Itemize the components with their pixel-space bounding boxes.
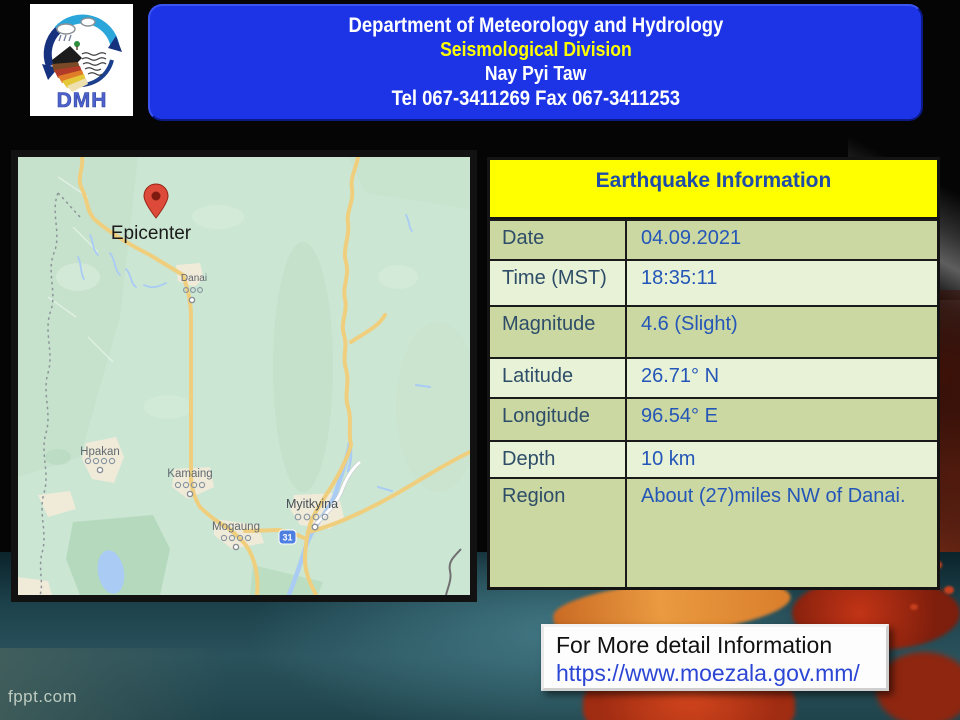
- background-red-speck: [944, 586, 954, 594]
- water-waves-icon: [82, 53, 106, 76]
- row-label: Longitude: [490, 399, 627, 440]
- row-value: 4.6 (Slight): [627, 307, 937, 357]
- banner-city-line: Nay Pyi Taw: [150, 64, 921, 84]
- rain-icon: [59, 35, 71, 41]
- row-value: About (27)miles NW of Danai.: [627, 479, 937, 587]
- epicenter-map: 31 Danai Hpakan Kamaing: [11, 150, 477, 602]
- map-label-kamaing: Kamaing: [167, 468, 212, 480]
- epicenter-label: Epicenter: [111, 223, 192, 244]
- dmh-logo-text: DMH: [56, 89, 107, 112]
- table-row-date: Date 04.09.2021: [490, 219, 937, 259]
- table-row-depth: Depth 10 km: [490, 440, 937, 477]
- row-label: Date: [490, 221, 627, 259]
- row-value: 10 km: [627, 442, 937, 477]
- banner-division-line: Seismological Division: [150, 40, 921, 60]
- more-info-link[interactable]: https://www.moezala.gov.mm/: [556, 659, 876, 687]
- more-info-box: For More detail Information https://www.…: [541, 624, 889, 691]
- more-info-text: For More detail Information: [556, 631, 876, 659]
- map-label-hpakan: Hpakan: [80, 446, 120, 458]
- row-label: Time (MST): [490, 261, 627, 305]
- row-label: Magnitude: [490, 307, 627, 357]
- table-row-magnitude: Magnitude 4.6 (Slight): [490, 305, 937, 357]
- banner-department-line: Department of Meteorology and Hydrology: [150, 15, 921, 36]
- earthquake-info-table: Earthquake Information Date 04.09.2021 T…: [487, 157, 940, 590]
- row-value: 18:35:11: [627, 261, 937, 305]
- row-value: 26.71° N: [627, 359, 937, 397]
- row-label: Depth: [490, 442, 627, 477]
- dmh-logo: DMH: [30, 4, 133, 116]
- row-label: Latitude: [490, 359, 627, 397]
- row-label: Region: [490, 479, 627, 587]
- background-teal-left: [0, 648, 280, 720]
- header-banner: Department of Meteorology and Hydrology …: [148, 4, 923, 121]
- row-value: 96.54° E: [627, 399, 937, 440]
- map-label-myitkyina: Myitkyina: [286, 497, 338, 511]
- table-row-latitude: Latitude 26.71° N: [490, 357, 937, 397]
- map-graphic: 31 Danai Hpakan Kamaing: [18, 157, 470, 595]
- fppt-watermark: fppt.com: [8, 687, 77, 707]
- map-road-badge: 31: [279, 530, 296, 544]
- dmh-logo-graphic: DMH: [36, 8, 128, 112]
- map-label-mogaung: Mogaung: [212, 521, 260, 533]
- mountain-strata-icon: [52, 46, 88, 92]
- row-value: 04.09.2021: [627, 221, 937, 259]
- background-red-speck: [910, 604, 918, 610]
- svg-text:31: 31: [282, 533, 292, 543]
- slide: DMH Department of Meteorology and Hydrol…: [0, 0, 960, 720]
- table-row-region: Region About (27)miles NW of Danai.: [490, 477, 937, 587]
- table-row-time: Time (MST) 18:35:11: [490, 259, 937, 305]
- table-row-longitude: Longitude 96.54° E: [490, 397, 937, 440]
- map-label-danai: Danai: [181, 273, 207, 284]
- table-title: Earthquake Information: [490, 160, 937, 219]
- banner-phone-line: Tel 067-3411269 Fax 067-3411253: [150, 88, 921, 109]
